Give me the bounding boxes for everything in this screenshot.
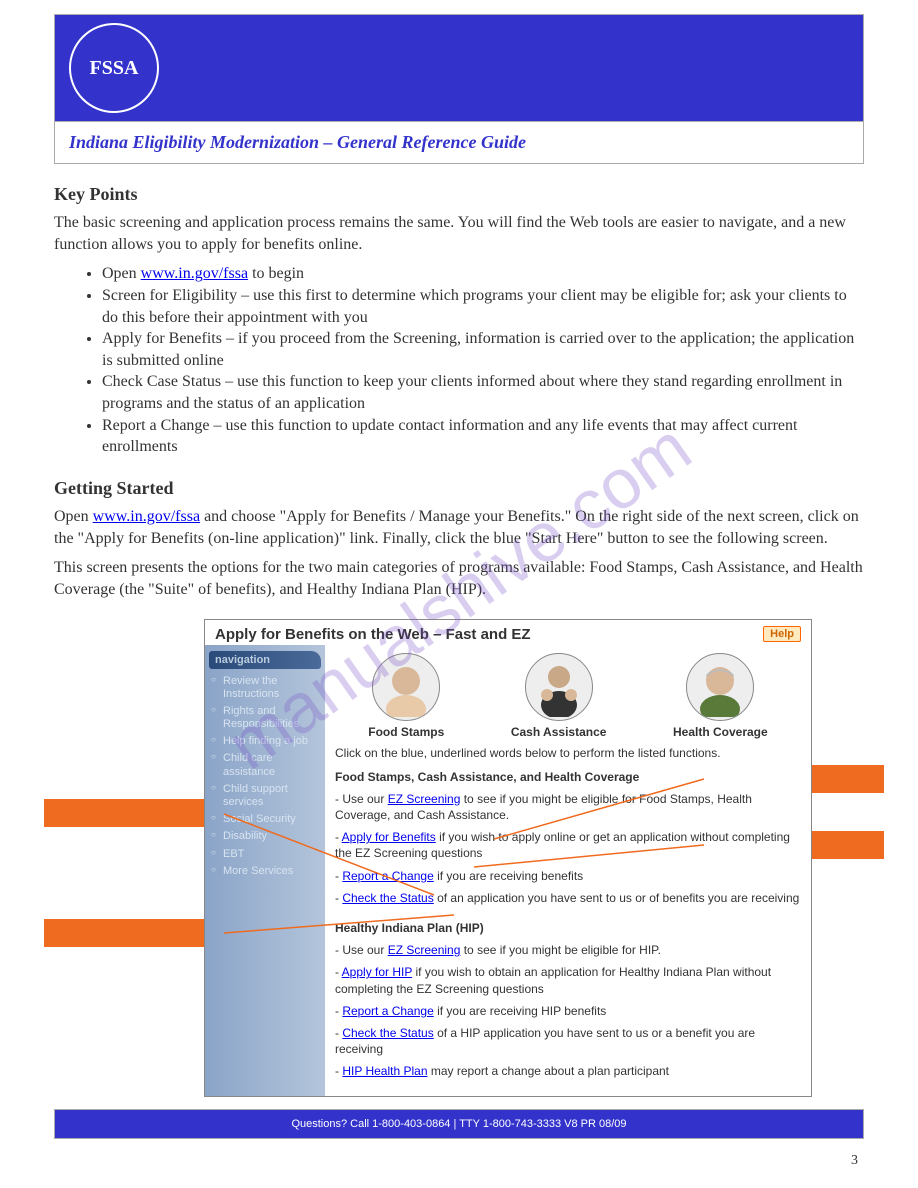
nav-list: Review the Instructions Rights and Respo… bbox=[205, 673, 325, 888]
g2-line-1: - Use our EZ Screening to see if you mig… bbox=[335, 942, 801, 958]
nav-item[interactable]: Review the Instructions bbox=[213, 673, 321, 703]
fssa-logo: FSSA bbox=[69, 23, 159, 113]
getting-started-p1: Open www.in.gov/fssa and choose "Apply f… bbox=[54, 506, 864, 549]
apply-benefits-link[interactable]: Apply for Benefits bbox=[342, 830, 436, 844]
nav-item[interactable]: More Services bbox=[213, 863, 321, 880]
hip-check-status-link[interactable]: Check the Status bbox=[342, 1026, 433, 1040]
portal-intro: Click on the blue, underlined words belo… bbox=[335, 745, 801, 761]
hip-health-plan-link[interactable]: HIP Health Plan bbox=[342, 1064, 427, 1078]
key-points-heading: Key Points bbox=[54, 182, 864, 206]
ez-screening-link[interactable]: EZ Screening bbox=[388, 792, 461, 806]
g2-line-3: - Report a Change if you are receiving H… bbox=[335, 1003, 801, 1019]
getting-started-p2: This screen presents the options for the… bbox=[54, 557, 864, 600]
apply-hip-link[interactable]: Apply for HIP bbox=[342, 965, 412, 979]
hip-ez-screening-link[interactable]: EZ Screening bbox=[388, 943, 461, 957]
bullet-open-site: Open www.in.gov/fssa to begin bbox=[102, 263, 864, 285]
key-points-intro: The basic screening and application proc… bbox=[54, 212, 864, 255]
portal-sidebar: navigation Review the Instructions Right… bbox=[205, 645, 325, 1096]
g2-line-2: - Apply for HIP if you wish to obtain an… bbox=[335, 964, 801, 996]
group2-heading: Healthy Indiana Plan (HIP) bbox=[335, 920, 801, 936]
page-number: 3 bbox=[851, 1153, 858, 1169]
portal-main: Food Stamps Cash Assistance Health Cover… bbox=[325, 645, 811, 1096]
nav-item[interactable]: Disability bbox=[213, 828, 321, 845]
page-footer-banner: Questions? Call 1-800-403-0864 | TTY 1-8… bbox=[54, 1109, 864, 1139]
callout-check-status: Check the Status bbox=[44, 919, 224, 947]
embedded-screenshot-region: Report a Change Check the Status EZ Scre… bbox=[54, 619, 864, 1097]
g1-line-2: - Apply for Benefits if you wish to appl… bbox=[335, 829, 801, 861]
hip-report-change-link[interactable]: Report a Change bbox=[342, 1004, 433, 1018]
document-subtitle-bar: Indiana Eligibility Modernization – Gene… bbox=[54, 122, 864, 164]
nav-header: navigation bbox=[209, 651, 321, 669]
callout-report-change: Report a Change bbox=[44, 799, 224, 827]
nav-item[interactable]: Social Security bbox=[213, 811, 321, 828]
g1-line-3: - Report a Change if you are receiving b… bbox=[335, 868, 801, 884]
nav-item[interactable]: Rights and Responsibilities bbox=[213, 703, 321, 733]
group1-heading: Food Stamps, Cash Assistance, and Health… bbox=[335, 769, 801, 785]
nav-item[interactable]: Child care assistance bbox=[213, 750, 321, 780]
bullet-check-status: Check Case Status – use this function to… bbox=[102, 371, 864, 414]
logo-inner-text: FSSA bbox=[90, 57, 139, 79]
nav-item[interactable]: Child support services bbox=[213, 781, 321, 811]
avatar-cash-assistance: Cash Assistance bbox=[511, 653, 607, 739]
report-change-link[interactable]: Report a Change bbox=[342, 869, 433, 883]
check-status-link[interactable]: Check the Status bbox=[342, 891, 433, 905]
avatar-food-stamps: Food Stamps bbox=[368, 653, 444, 739]
g1-line-1: - Use our EZ Screening to see if you mig… bbox=[335, 791, 801, 823]
benefits-portal-screenshot: Apply for Benefits on the Web – Fast and… bbox=[204, 619, 812, 1097]
nav-item[interactable]: EBT bbox=[213, 846, 321, 863]
getting-started-heading: Getting Started bbox=[54, 476, 864, 500]
g1-line-4: - Check the Status of an application you… bbox=[335, 890, 801, 906]
avatar-health-coverage: Health Coverage bbox=[673, 653, 768, 739]
fssa-link-2[interactable]: www.in.gov/fssa bbox=[93, 508, 200, 525]
g2-line-5: - HIP Health Plan may report a change ab… bbox=[335, 1063, 801, 1079]
nav-item[interactable]: Help finding a job bbox=[213, 733, 321, 750]
bullet-apply-benefits: Apply for Benefits – if you proceed from… bbox=[102, 328, 864, 371]
help-button[interactable]: Help bbox=[763, 626, 801, 642]
fssa-link[interactable]: www.in.gov/fssa bbox=[141, 265, 248, 282]
portal-title: Apply for Benefits on the Web – Fast and… bbox=[215, 626, 531, 643]
g2-line-4: - Check the Status of a HIP application … bbox=[335, 1025, 801, 1057]
bullet-screen-eligibility: Screen for Eligibility – use this first … bbox=[102, 285, 864, 328]
page-header-banner: FSSA bbox=[54, 14, 864, 122]
bullet-report-change: Report a Change – use this function to u… bbox=[102, 415, 864, 458]
